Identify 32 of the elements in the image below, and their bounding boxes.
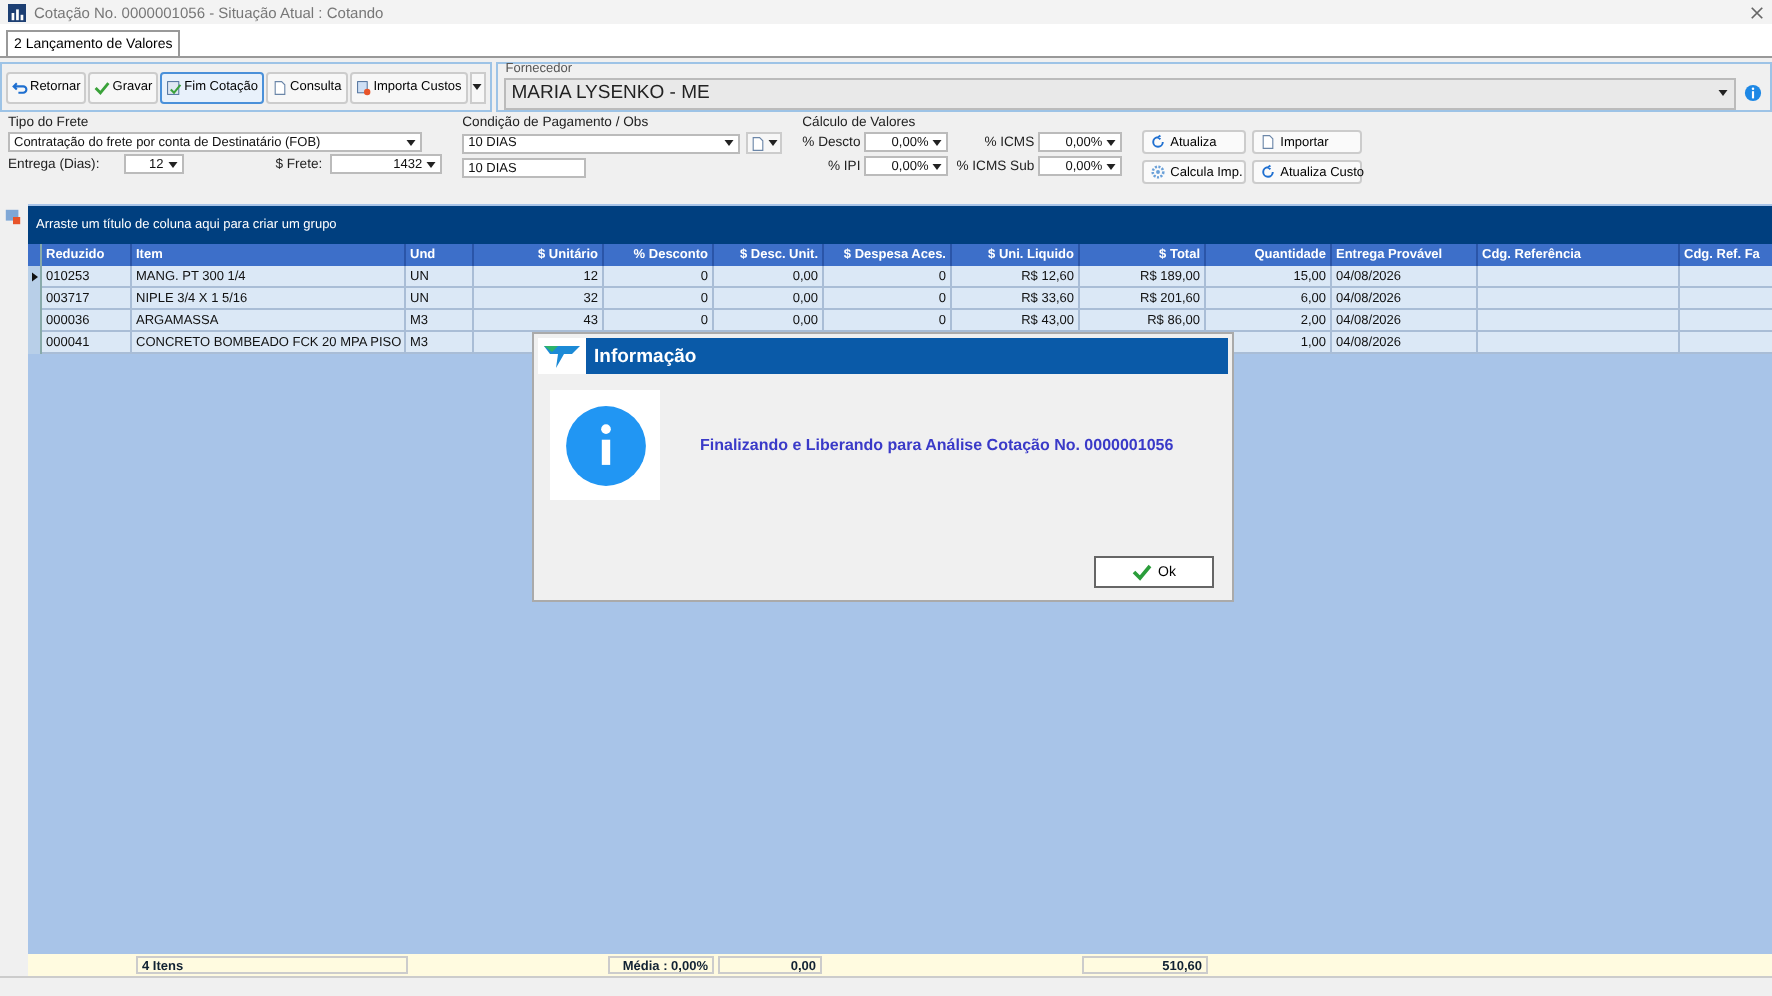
document-icon: [272, 79, 289, 95]
document-icon: [1260, 134, 1277, 150]
document-dropdown-button[interactable]: [746, 132, 783, 154]
caret-icon: [406, 139, 416, 145]
dropdown-button[interactable]: [469, 71, 486, 103]
check-icon: [94, 79, 111, 95]
refresh-icon: [1260, 164, 1277, 180]
caret-icon: [768, 140, 779, 146]
dialog-message: Finalizando e Liberando para Análise Cotação No. 0000001056: [700, 436, 1174, 454]
caret-icon: [1106, 139, 1117, 145]
document-check-icon: [166, 79, 183, 95]
import-icon: [355, 79, 372, 95]
dialog-title: Informação: [594, 345, 697, 367]
check-icon: [1132, 562, 1153, 582]
gear-icon: [1150, 164, 1167, 180]
caret-icon: [1106, 163, 1117, 169]
close-icon[interactable]: [1750, 5, 1764, 19]
undo-icon: [12, 79, 28, 95]
caret-icon: [167, 161, 178, 167]
caret-icon: [932, 163, 943, 169]
caret-icon: [724, 140, 735, 146]
caret-icon: [932, 139, 943, 145]
info-icon[interactable]: [1744, 84, 1762, 102]
refresh-icon: [1150, 134, 1167, 150]
document-icon: [750, 135, 767, 151]
caret-icon: [426, 161, 437, 167]
caret-icon: [1718, 90, 1728, 96]
grid-options-icon[interactable]: [4, 208, 22, 226]
info-icon: [563, 403, 647, 487]
caret-icon: [472, 84, 483, 90]
logo-icon: [538, 338, 586, 374]
supplier-select[interactable]: MARIA LYSENKO - ME: [503, 77, 1736, 109]
